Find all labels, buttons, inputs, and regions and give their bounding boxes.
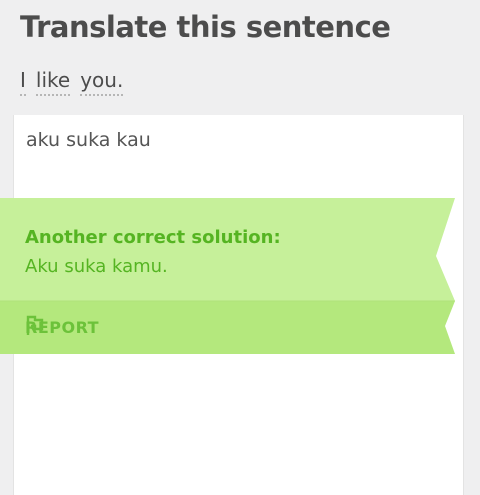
page-title: Translate this sentence bbox=[20, 10, 391, 44]
report-button[interactable]: REPORT bbox=[25, 314, 99, 340]
prompt-word[interactable]: you. bbox=[80, 68, 124, 96]
correct-solution-text: Aku suka kamu. bbox=[25, 256, 168, 277]
answer-text: aku suka kau bbox=[26, 129, 151, 151]
prompt-sentence: Ilike you. bbox=[20, 68, 133, 96]
prompt-word[interactable]: I bbox=[20, 68, 26, 96]
flag-icon bbox=[26, 315, 44, 335]
feedback-heading: Another correct solution: bbox=[25, 227, 281, 248]
prompt-word[interactable]: like bbox=[35, 68, 71, 96]
feedback-ribbon: Another correct solution: Aku suka kamu.… bbox=[0, 198, 455, 354]
